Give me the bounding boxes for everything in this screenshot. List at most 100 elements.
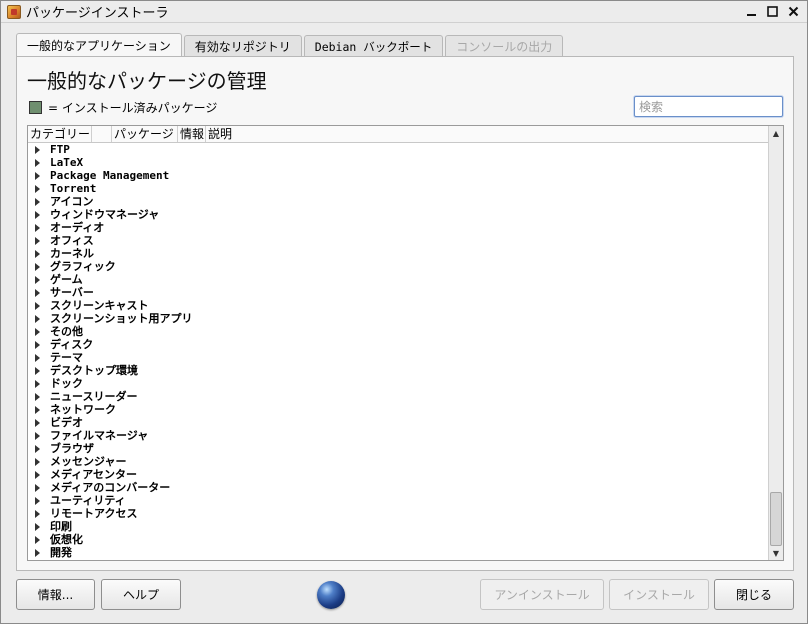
expand-arrow-icon[interactable] bbox=[35, 158, 40, 167]
scroll-down-icon[interactable]: ▼ bbox=[769, 546, 783, 560]
column-info[interactable]: 情報 bbox=[178, 126, 206, 142]
expand-arrow-icon[interactable] bbox=[35, 366, 40, 375]
uninstall-button: アンインストール bbox=[480, 579, 604, 610]
expand-arrow-icon[interactable] bbox=[35, 535, 40, 544]
list-item[interactable]: メッセンジャー bbox=[28, 455, 768, 468]
expand-arrow-icon[interactable] bbox=[35, 327, 40, 336]
expand-arrow-icon[interactable] bbox=[35, 522, 40, 531]
expand-arrow-icon[interactable] bbox=[35, 301, 40, 310]
scroll-up-icon[interactable]: ▲ bbox=[769, 126, 783, 140]
list-item[interactable]: 仮想化 bbox=[28, 533, 768, 546]
list-item[interactable]: リモートアクセス bbox=[28, 507, 768, 520]
list-item[interactable]: メディアセンター bbox=[28, 468, 768, 481]
window-controls bbox=[744, 4, 801, 19]
list-item[interactable]: LaTeX bbox=[28, 156, 768, 169]
list-item[interactable]: その他 bbox=[28, 325, 768, 338]
vertical-scrollbar[interactable]: ▲ ▼ bbox=[768, 126, 783, 560]
expand-arrow-icon[interactable] bbox=[35, 457, 40, 466]
list-item[interactable]: ゲーム bbox=[28, 273, 768, 286]
tab-console-output: コンソールの出力 bbox=[445, 35, 564, 57]
list-item[interactable]: スクリーンショット用アプリ bbox=[28, 312, 768, 325]
title-bar[interactable]: パッケージインストーラ bbox=[1, 1, 807, 23]
maximize-icon[interactable] bbox=[765, 4, 780, 19]
tab-general-applications[interactable]: 一般的なアプリケーション bbox=[16, 33, 182, 57]
expand-arrow-icon[interactable] bbox=[35, 197, 40, 206]
list-item[interactable]: サーバー bbox=[28, 286, 768, 299]
expand-arrow-icon[interactable] bbox=[35, 184, 40, 193]
expand-arrow-icon[interactable] bbox=[35, 548, 40, 557]
list-item[interactable]: テーマ bbox=[28, 351, 768, 364]
list-item[interactable]: ウィンドウマネージャ bbox=[28, 208, 768, 221]
list-item[interactable]: Package Management bbox=[28, 169, 768, 182]
list-item[interactable]: ユーティリティ bbox=[28, 494, 768, 507]
list-item[interactable]: ドック bbox=[28, 377, 768, 390]
category-label: メッセンジャー bbox=[50, 455, 127, 468]
list-item[interactable]: 開発 bbox=[28, 546, 768, 559]
list-item[interactable]: ブラウザ bbox=[28, 442, 768, 455]
expand-arrow-icon[interactable] bbox=[35, 288, 40, 297]
list-item[interactable]: グラフィック bbox=[28, 260, 768, 273]
column-description[interactable]: 説明 bbox=[206, 126, 246, 142]
category-label: オフィス bbox=[50, 234, 94, 247]
list-item[interactable]: オフィス bbox=[28, 234, 768, 247]
info-button[interactable]: 情報... bbox=[16, 579, 95, 610]
expand-arrow-icon[interactable] bbox=[35, 236, 40, 245]
list-item[interactable]: オーディオ bbox=[28, 221, 768, 234]
list-item[interactable]: ディスク bbox=[28, 338, 768, 351]
category-label: Torrent bbox=[50, 182, 97, 195]
install-button-label: インストール bbox=[623, 588, 695, 602]
expand-arrow-icon[interactable] bbox=[35, 392, 40, 401]
list-item[interactable]: FTP bbox=[28, 143, 768, 156]
list-item[interactable]: ビデオ bbox=[28, 416, 768, 429]
expand-arrow-icon[interactable] bbox=[35, 249, 40, 258]
close-button-label: 閉じる bbox=[735, 588, 772, 602]
expand-arrow-icon[interactable] bbox=[35, 496, 40, 505]
expand-arrow-icon[interactable] bbox=[35, 483, 40, 492]
list-item[interactable]: ネットワーク bbox=[28, 403, 768, 416]
expand-arrow-icon[interactable] bbox=[35, 379, 40, 388]
list-item[interactable]: ニュースリーダー bbox=[28, 390, 768, 403]
category-label: デスクトップ環境 bbox=[50, 364, 138, 377]
expand-arrow-icon[interactable] bbox=[35, 223, 40, 232]
list-item[interactable]: Torrent bbox=[28, 182, 768, 195]
package-tree[interactable]: カテゴリー パッケージ 情報 説明 FTP LaTeX Package Mana… bbox=[27, 125, 784, 561]
expand-arrow-icon[interactable] bbox=[35, 262, 40, 271]
expand-arrow-icon[interactable] bbox=[35, 353, 40, 362]
expand-arrow-icon[interactable] bbox=[35, 431, 40, 440]
column-category[interactable]: カテゴリー bbox=[28, 126, 92, 142]
list-item[interactable]: ファイルマネージャ bbox=[28, 429, 768, 442]
expand-arrow-icon[interactable] bbox=[35, 405, 40, 414]
list-item[interactable]: スクリーンキャスト bbox=[28, 299, 768, 312]
list-item[interactable]: 印刷 bbox=[28, 520, 768, 533]
tab-active-repositories[interactable]: 有効なリポジトリ bbox=[183, 35, 302, 57]
category-label: メディアのコンバーター bbox=[50, 481, 171, 494]
tab-debian-backports[interactable]: Debian バックポート bbox=[303, 35, 444, 57]
help-button[interactable]: ヘルプ bbox=[101, 579, 181, 610]
expand-arrow-icon[interactable] bbox=[35, 314, 40, 323]
expand-arrow-icon[interactable] bbox=[35, 340, 40, 349]
column-blank[interactable] bbox=[92, 126, 112, 142]
close-button[interactable]: 閉じる bbox=[714, 579, 794, 610]
expand-arrow-icon[interactable] bbox=[35, 470, 40, 479]
minimize-icon[interactable] bbox=[744, 4, 759, 19]
expand-arrow-icon[interactable] bbox=[35, 210, 40, 219]
search-input[interactable] bbox=[634, 96, 783, 117]
column-package[interactable]: パッケージ bbox=[112, 126, 178, 142]
close-icon[interactable] bbox=[786, 4, 801, 19]
list-item[interactable]: メディアのコンバーター bbox=[28, 481, 768, 494]
expand-arrow-icon[interactable] bbox=[35, 145, 40, 154]
expand-arrow-icon[interactable] bbox=[35, 418, 40, 427]
list-item[interactable]: カーネル bbox=[28, 247, 768, 260]
list-item[interactable]: デスクトップ環境 bbox=[28, 364, 768, 377]
category-label: FTP bbox=[50, 143, 70, 156]
expand-arrow-icon[interactable] bbox=[35, 444, 40, 453]
package-installer-icon bbox=[7, 4, 21, 19]
scrollbar-thumb[interactable] bbox=[770, 492, 782, 546]
category-label: スクリーンショット用アプリ bbox=[50, 312, 193, 325]
expand-arrow-icon[interactable] bbox=[35, 275, 40, 284]
tree-rows: FTP LaTeX Package Management Torrent アイコ… bbox=[28, 143, 768, 559]
expand-arrow-icon[interactable] bbox=[35, 509, 40, 518]
list-item[interactable]: アイコン bbox=[28, 195, 768, 208]
expand-arrow-icon[interactable] bbox=[35, 171, 40, 180]
category-label: ブラウザ bbox=[50, 442, 94, 455]
